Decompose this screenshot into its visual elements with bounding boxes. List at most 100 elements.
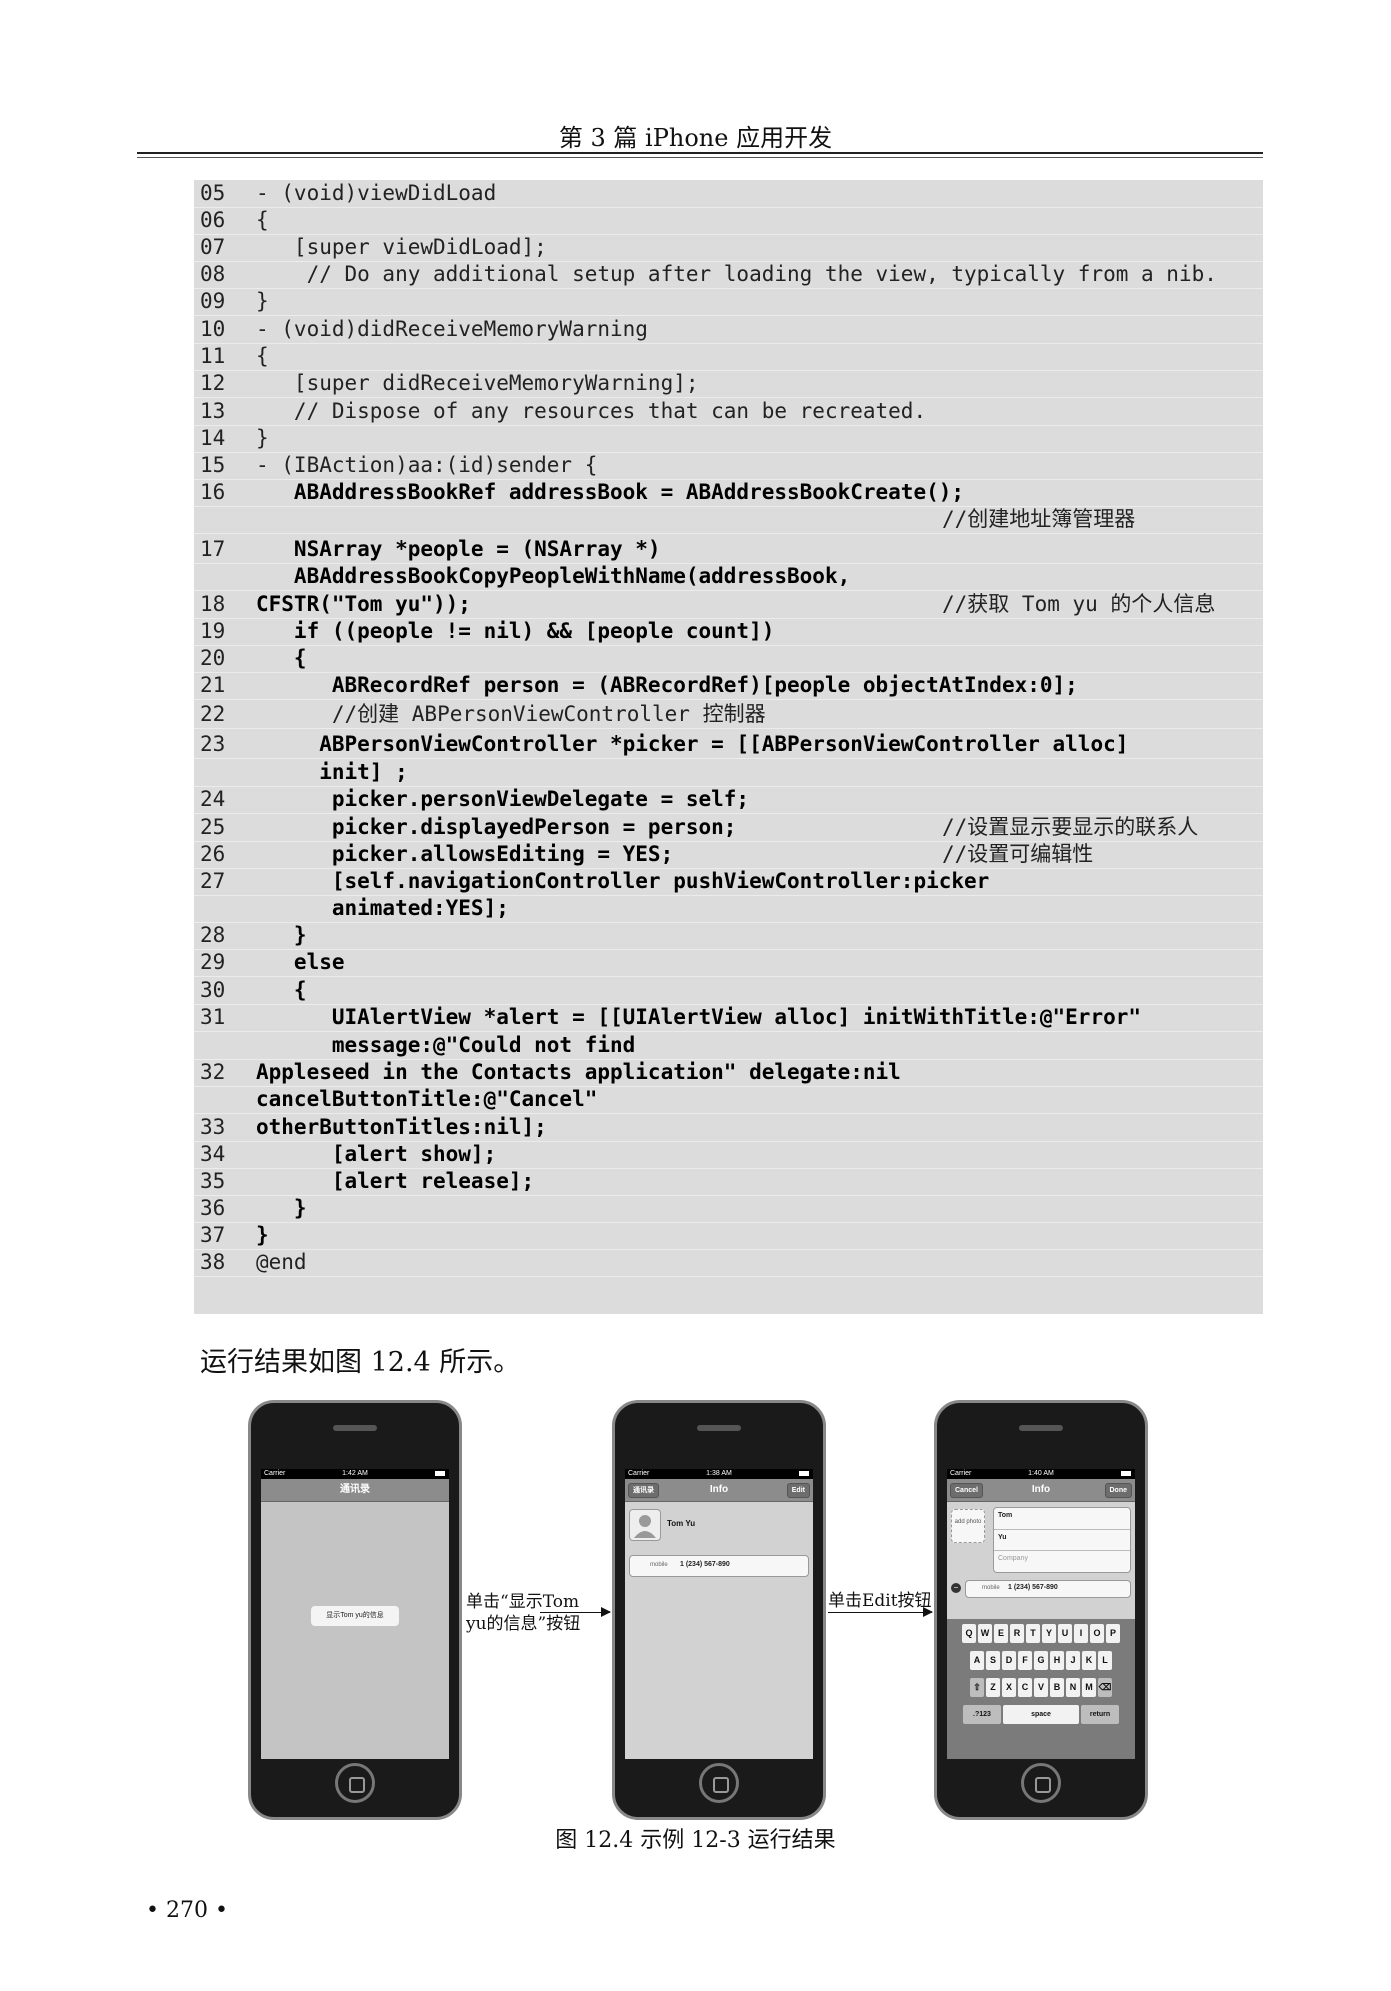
numbers-key[interactable]: .?123 bbox=[963, 1705, 1001, 1724]
code-line: 35 [alert release]; bbox=[194, 1168, 1263, 1196]
line-number: 13 bbox=[200, 399, 226, 423]
code-text: { bbox=[256, 978, 307, 1002]
code-text: - (IBAction)aa:(id)sender { bbox=[256, 453, 598, 477]
key-x[interactable]: X bbox=[1002, 1678, 1016, 1697]
line-number: 25 bbox=[200, 815, 226, 839]
key-k[interactable]: K bbox=[1082, 1651, 1096, 1670]
key-q[interactable]: Q bbox=[962, 1624, 976, 1643]
annotation-1-line1: 单击“显示Tom bbox=[466, 1592, 580, 1612]
show-info-button[interactable]: 显示Tom yu的信息 bbox=[311, 1606, 399, 1626]
time-label: 1:42 AM bbox=[342, 1470, 368, 1477]
last-name-field[interactable]: Yu bbox=[998, 1534, 1007, 1541]
nav-bar: 通讯录 bbox=[261, 1479, 449, 1502]
divider bbox=[994, 1550, 1130, 1551]
key-j[interactable]: J bbox=[1066, 1651, 1080, 1670]
code-line: //创建地址簿管理器 bbox=[194, 506, 1263, 534]
code-line: message:@"Could not find bbox=[194, 1032, 1263, 1060]
home-button[interactable] bbox=[1021, 1763, 1061, 1803]
key-c[interactable]: C bbox=[1018, 1678, 1032, 1697]
key-row-3: ⇧ Z X C V B N M ⌫ bbox=[947, 1678, 1135, 1697]
key-e[interactable]: E bbox=[994, 1624, 1008, 1643]
key-s[interactable]: S bbox=[986, 1651, 1000, 1670]
annotation-1-line2: yu的信息”按钮 bbox=[466, 1614, 581, 1634]
key-u[interactable]: U bbox=[1058, 1624, 1072, 1643]
line-number: 06 bbox=[200, 208, 226, 232]
code-text: - (void)viewDidLoad bbox=[256, 181, 497, 205]
phone-screenshot-3: Carrier 1:40 AM Cancel Info Done add pho… bbox=[934, 1400, 1148, 1820]
line-number: 16 bbox=[200, 480, 226, 504]
annotation-1: 单击“显示Tom yu的信息”按钮 bbox=[466, 1591, 580, 1635]
company-field[interactable]: Company bbox=[998, 1555, 1028, 1562]
code-text: picker.personViewDelegate = self; bbox=[256, 787, 750, 811]
key-i[interactable]: I bbox=[1074, 1624, 1088, 1643]
code-line: 08 // Do any additional setup after load… bbox=[194, 261, 1263, 289]
code-line: 20 { bbox=[194, 645, 1263, 673]
key-p[interactable]: P bbox=[1106, 1624, 1120, 1643]
code-comment: //设置可编辑性 bbox=[942, 842, 1094, 866]
mobile-row[interactable]: mobile 1 (234) 567-890 bbox=[629, 1555, 809, 1577]
key-h[interactable]: H bbox=[1050, 1651, 1064, 1670]
code-text: [super didReceiveMemoryWarning]; bbox=[256, 371, 699, 395]
code-line: 36 } bbox=[194, 1195, 1263, 1223]
key-v[interactable]: V bbox=[1034, 1678, 1048, 1697]
code-comment: //创建地址簿管理器 bbox=[942, 507, 1136, 531]
done-button[interactable]: Done bbox=[1104, 1483, 1132, 1498]
line-number: 38 bbox=[200, 1250, 226, 1274]
code-line: 27 [self.navigationController pushViewCo… bbox=[194, 868, 1263, 896]
shift-key[interactable]: ⇧ bbox=[970, 1678, 984, 1697]
key-l[interactable]: L bbox=[1098, 1651, 1112, 1670]
key-b[interactable]: B bbox=[1050, 1678, 1064, 1697]
arrow-2 bbox=[828, 1607, 933, 1617]
key-g[interactable]: G bbox=[1034, 1651, 1048, 1670]
code-line: 12 [super didReceiveMemoryWarning]; bbox=[194, 370, 1263, 398]
home-button[interactable] bbox=[699, 1763, 739, 1803]
header-rule-thin bbox=[137, 157, 1263, 158]
key-d[interactable]: D bbox=[1002, 1651, 1016, 1670]
mobile-row[interactable]: mobile 1 (234) 567-890 bbox=[965, 1580, 1131, 1598]
nav-title: Info bbox=[709, 1484, 729, 1495]
line-number: 10 bbox=[200, 317, 226, 341]
home-button[interactable] bbox=[335, 1763, 375, 1803]
battery-icon bbox=[435, 1471, 445, 1476]
code-line: 10 - (void)didReceiveMemoryWarning bbox=[194, 316, 1263, 344]
key-r[interactable]: R bbox=[1010, 1624, 1024, 1643]
key-y[interactable]: Y bbox=[1042, 1624, 1056, 1643]
code-text: { bbox=[256, 208, 269, 232]
code-line: cancelButtonTitle:@"Cancel" bbox=[194, 1086, 1263, 1114]
code-text: ABRecordRef person = (ABRecordRef)[peopl… bbox=[256, 673, 1078, 697]
first-name-field[interactable]: Tom bbox=[998, 1512, 1012, 1519]
return-key[interactable]: return bbox=[1081, 1705, 1119, 1724]
delete-row-icon[interactable]: − bbox=[951, 1583, 961, 1593]
cancel-button[interactable]: Cancel bbox=[950, 1483, 983, 1498]
code-text: { bbox=[256, 646, 307, 670]
key-row-1: QWERTYUIOP bbox=[947, 1624, 1135, 1643]
code-line: init] ; bbox=[194, 759, 1263, 787]
mobile-number: 1 (234) 567-890 bbox=[680, 1561, 730, 1568]
line-number: 28 bbox=[200, 923, 226, 947]
key-f[interactable]: F bbox=[1018, 1651, 1032, 1670]
code-text: [alert release]; bbox=[256, 1169, 535, 1193]
key-t[interactable]: T bbox=[1026, 1624, 1040, 1643]
line-number: 18 bbox=[200, 592, 226, 616]
code-text: } bbox=[256, 289, 269, 313]
space-key[interactable]: space bbox=[1003, 1705, 1079, 1724]
key-a[interactable]: A bbox=[970, 1651, 984, 1670]
delete-key[interactable]: ⌫ bbox=[1098, 1678, 1112, 1697]
key-n[interactable]: N bbox=[1066, 1678, 1080, 1697]
key-w[interactable]: W bbox=[978, 1624, 992, 1643]
add-photo-button[interactable]: add photo bbox=[951, 1509, 985, 1543]
line-number: 33 bbox=[200, 1115, 226, 1139]
line-number: 08 bbox=[200, 262, 226, 286]
edit-button[interactable]: Edit bbox=[786, 1483, 810, 1498]
back-button[interactable]: 通讯录 bbox=[628, 1483, 659, 1498]
key-m[interactable]: M bbox=[1082, 1678, 1096, 1697]
key-row-4: .?123 space return bbox=[947, 1705, 1135, 1724]
key-o[interactable]: O bbox=[1090, 1624, 1104, 1643]
divider bbox=[994, 1529, 1130, 1530]
annotation-2: 单击Edit按钮 bbox=[828, 1591, 932, 1611]
key-z[interactable]: Z bbox=[986, 1678, 1000, 1697]
code-line: 09} bbox=[194, 288, 1263, 316]
mobile-label: mobile bbox=[650, 1562, 668, 1568]
time-label: 1:38 AM bbox=[706, 1470, 732, 1477]
code-text: cancelButtonTitle:@"Cancel" bbox=[256, 1087, 598, 1111]
